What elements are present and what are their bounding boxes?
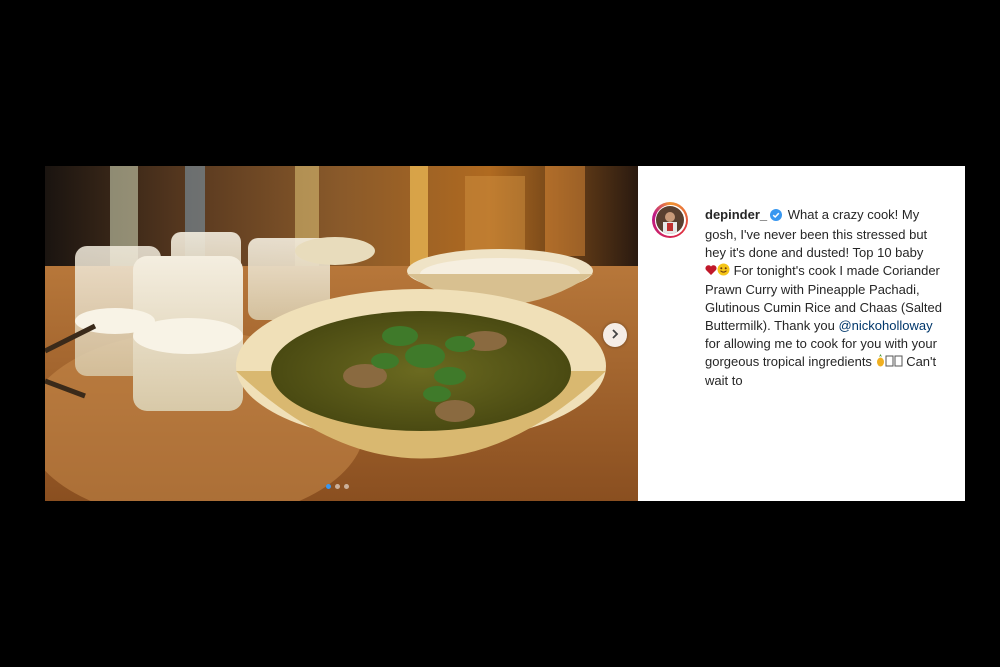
carousel-dot-2 [335, 484, 340, 489]
carousel-dot-3 [344, 484, 349, 489]
chevron-right-icon [610, 326, 620, 344]
post-caption: depinder_ What a crazy cook! My gosh, I'… [705, 206, 951, 390]
verified-badge-icon [770, 208, 783, 226]
caption-text-3: for allowing me to cook for you with you… [705, 336, 937, 369]
avatar[interactable] [652, 202, 688, 238]
food-photo-illustration [45, 166, 638, 501]
pineapple-emoji-icon [876, 354, 885, 372]
caption-panel: depinder_ What a crazy cook! My gosh, I'… [638, 166, 965, 501]
carousel-indicator [326, 484, 349, 489]
post-photo[interactable] [45, 166, 638, 501]
username-link[interactable]: depinder_ [705, 207, 767, 222]
missing-glyph-icon [885, 354, 894, 372]
missing-glyph-icon [894, 354, 903, 372]
mention-link[interactable]: @nickoholloway [838, 318, 932, 333]
next-slide-button[interactable] [603, 323, 627, 347]
heart-emoji-icon [705, 263, 717, 281]
smile-emoji-icon [717, 263, 730, 281]
carousel-dot-1 [326, 484, 331, 489]
